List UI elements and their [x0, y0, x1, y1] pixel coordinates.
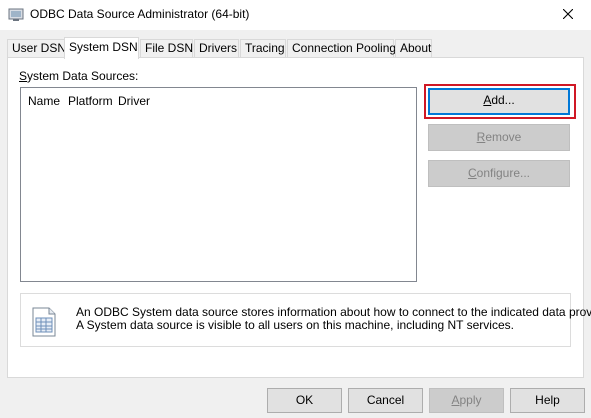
column-header-platform[interactable]: Platform	[68, 94, 113, 108]
title-bar: ODBC Data Source Administrator (64-bit)	[0, 0, 591, 30]
data-source-icon	[31, 307, 59, 337]
list-column-headers: Name Platform Driver	[21, 88, 416, 112]
remove-button[interactable]: Remove	[428, 124, 570, 151]
column-header-name[interactable]: Name	[28, 94, 60, 108]
info-line-2: A System data source is visible to all u…	[76, 318, 514, 332]
configure-button[interactable]: Configure...	[428, 160, 570, 187]
window-title: ODBC Data Source Administrator (64-bit)	[30, 7, 250, 21]
apply-button[interactable]: Apply	[429, 388, 504, 413]
odbc-admin-icon	[8, 7, 24, 23]
tab-system-dsn[interactable]: System DSN	[64, 37, 139, 59]
system-data-sources-label: System Data Sources:	[19, 69, 139, 83]
data-sources-list[interactable]: Name Platform Driver	[20, 87, 417, 282]
ok-button[interactable]: OK	[267, 388, 342, 413]
info-box: An ODBC System data source stores inform…	[20, 293, 591, 347]
tab-tracing[interactable]: Tracing	[240, 39, 286, 58]
info-text: An ODBC System data source stores inform…	[76, 306, 591, 332]
cancel-button[interactable]: Cancel	[348, 388, 423, 413]
close-button[interactable]	[545, 0, 591, 30]
tab-connection-pooling[interactable]: Connection Pooling	[287, 39, 396, 58]
tab-user-dsn[interactable]: User DSN	[7, 39, 66, 58]
column-header-driver[interactable]: Driver	[118, 94, 150, 108]
tab-about[interactable]: About	[395, 39, 432, 58]
close-icon	[562, 8, 574, 22]
add-button[interactable]: Add...	[428, 88, 570, 115]
help-button[interactable]: Help	[510, 388, 585, 413]
tab-drivers[interactable]: Drivers	[194, 39, 239, 58]
tab-file-dsn[interactable]: File DSN	[140, 39, 193, 58]
